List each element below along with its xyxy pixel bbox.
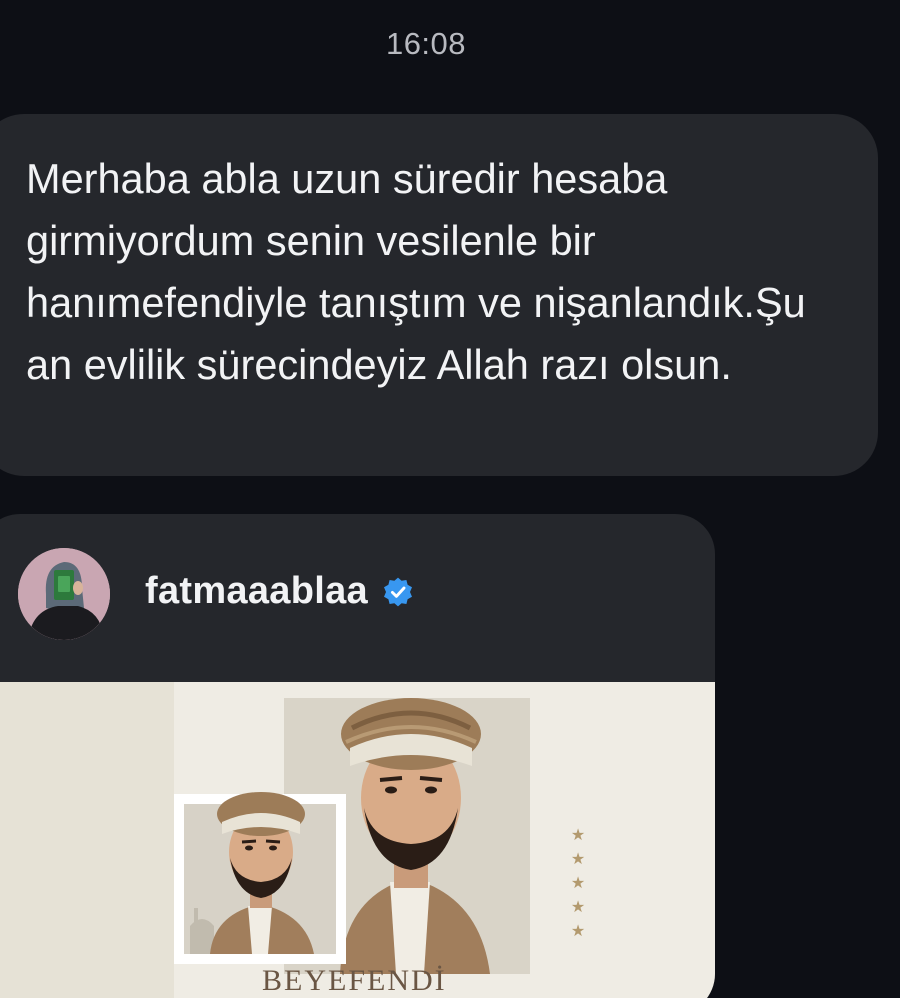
star-icon: ★: [570, 923, 586, 940]
shared-post-username[interactable]: fatmaaablaa: [145, 570, 368, 613]
star-icon: ★: [570, 899, 586, 916]
star-icon: ★: [570, 827, 586, 844]
username-row[interactable]: fatmaaablaa: [145, 570, 414, 613]
chat-screen: 16:08 Merhaba abla uzun süredir hesaba g…: [0, 0, 900, 998]
message-text: Merhaba abla uzun süredir hesaba girmiyo…: [26, 155, 806, 388]
message-timestamp: 16:08: [385, 26, 467, 61]
shared-post-header[interactable]: fatmaaablaa: [0, 514, 715, 682]
post-image-caption: BEYEFENDİ: [262, 964, 447, 997]
message-bubble[interactable]: Merhaba abla uzun süredir hesaba girmiyo…: [0, 114, 878, 476]
shared-post-image[interactable]: ★ ★ ★ ★ ★ BEYEFENDİ: [0, 682, 715, 998]
shared-post-card[interactable]: fatmaaablaa ★ ★ ★ ★ ★ BEYEFENDİ: [0, 514, 715, 998]
star-icon: ★: [570, 851, 586, 868]
decorative-stars: ★ ★ ★ ★ ★: [568, 824, 588, 944]
hijab-woman-avatar-icon[interactable]: [18, 548, 110, 640]
star-icon: ★: [570, 875, 586, 892]
post-image-illustration: [174, 698, 530, 974]
verified-badge-icon: [383, 577, 412, 606]
